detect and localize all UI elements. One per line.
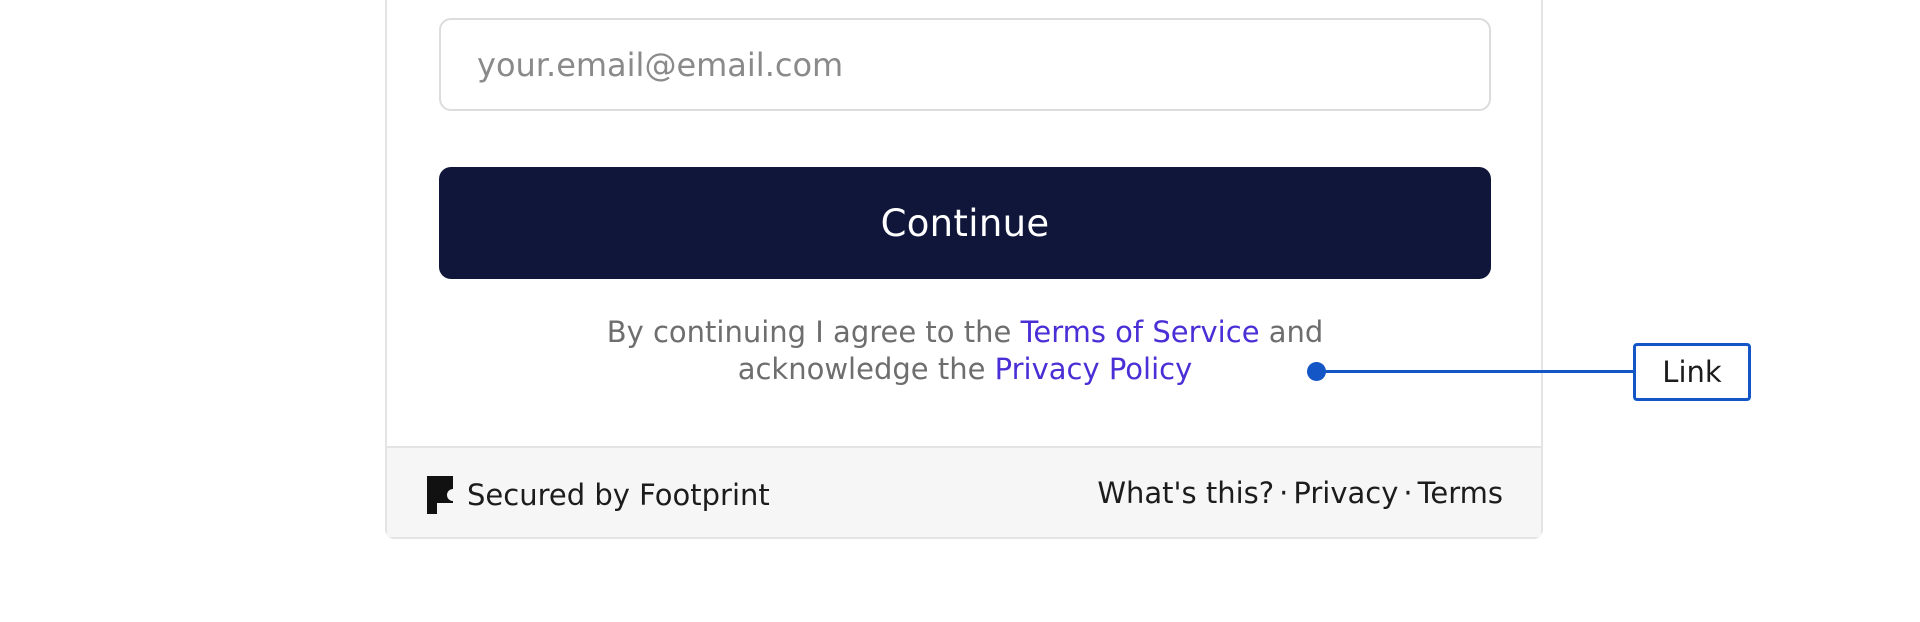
footer-privacy-link[interactable]: Privacy (1293, 476, 1398, 510)
card-footer: Secured by Footprint What's this? · Privac… (387, 446, 1541, 537)
footprint-logo-icon (427, 476, 453, 514)
annotation-connector-line (1317, 370, 1636, 373)
privacy-policy-link[interactable]: Privacy Policy (995, 352, 1193, 386)
footer-terms-link[interactable]: Terms (1418, 476, 1503, 510)
terms-of-service-link[interactable]: Terms of Service (1021, 315, 1260, 349)
page: Continue By continuing I agree to the Te… (0, 0, 1920, 622)
footer-separator: · (1279, 476, 1289, 510)
legal-notice: By continuing I agree to the Terms of Se… (439, 314, 1491, 388)
continue-button[interactable]: Continue (439, 167, 1491, 279)
whats-this-link[interactable]: What's this? (1097, 476, 1274, 510)
legal-middle: and (1268, 315, 1324, 349)
brand-text: Secured by Footprint (467, 478, 770, 512)
legal-middle-2: acknowledge the (737, 352, 986, 386)
email-input[interactable] (439, 18, 1491, 111)
footer-separator: · (1403, 476, 1413, 510)
legal-prefix: By continuing I agree to the (606, 315, 1012, 349)
annotation-label: Link (1633, 343, 1751, 401)
footer-links: What's this? · Privacy · Terms (1097, 476, 1503, 510)
annotation-anchor-dot (1307, 362, 1326, 381)
footprint-brand[interactable]: Secured by Footprint (427, 476, 770, 514)
